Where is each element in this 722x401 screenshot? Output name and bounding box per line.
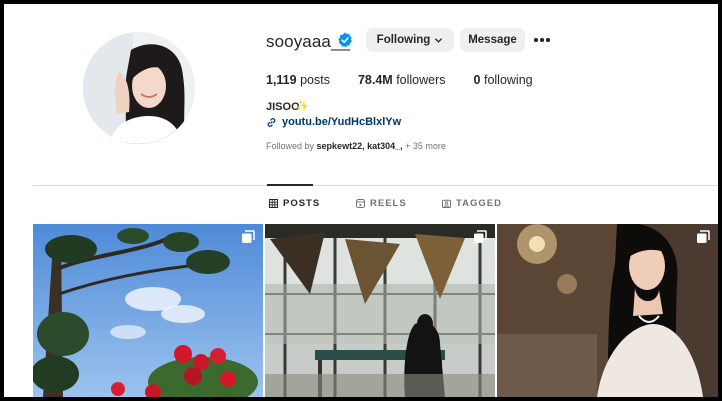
followers-label: followers <box>396 73 446 87</box>
followed-by-names: sepkewt22, kat304_, <box>316 141 403 151</box>
following-button-label: Following <box>376 34 431 46</box>
link-icon <box>267 117 276 127</box>
profile-page: sooyaaa__ Following Message 1,119 posts … <box>4 4 718 397</box>
following-label: following <box>483 73 533 87</box>
message-button-label: Message <box>468 34 517 46</box>
following-button[interactable]: Following <box>366 28 454 52</box>
post-thumbnail[interactable] <box>497 224 718 397</box>
tab-tagged[interactable]: TAGGED <box>442 198 502 209</box>
profile-stats: 1,119 posts 78.4M followers 0 following <box>266 72 561 88</box>
multiple-photos-icon <box>474 230 487 243</box>
verified-badge-icon <box>338 32 352 48</box>
multiple-photos-icon <box>697 230 710 243</box>
profile-full-name: JISOO <box>266 101 300 113</box>
profile-link-text: youtu.be/YudHcBlxlYw <box>282 116 402 128</box>
grid-icon <box>269 199 278 208</box>
followed-by-prefix: Followed by <box>266 141 315 151</box>
posts-count: 1,119 <box>266 73 297 87</box>
followed-by[interactable]: Followed by sepkewt22, kat304_, + 35 mor… <box>266 141 446 151</box>
message-button[interactable]: Message <box>460 28 525 52</box>
following-stat[interactable]: 0 following <box>474 72 533 88</box>
post-thumbnail[interactable] <box>265 224 495 397</box>
tab-posts[interactable]: POSTS <box>269 198 320 209</box>
tab-posts-label: POSTS <box>283 198 321 209</box>
sparkle-emoji-icon: ✨ <box>296 101 309 112</box>
post-thumbnail[interactable] <box>33 224 263 397</box>
tabs-divider <box>33 185 718 186</box>
followers-count: 78.4M <box>357 73 393 87</box>
followers-stat[interactable]: 78.4M followers <box>358 72 446 88</box>
more-options-icon[interactable] <box>532 34 552 46</box>
profile-link[interactable]: youtu.be/YudHcBlxlYw <box>266 116 401 128</box>
chevron-down-icon <box>435 37 443 43</box>
tab-reels-label: REELS <box>370 198 407 209</box>
reels-icon <box>356 199 365 208</box>
tagged-icon <box>442 199 451 208</box>
followed-by-more: + 35 more <box>405 141 446 151</box>
active-tab-indicator <box>267 184 313 186</box>
profile-avatar[interactable] <box>83 32 195 144</box>
following-count: 0 <box>473 73 481 87</box>
posts-stat: 1,119 posts <box>266 72 330 88</box>
posts-label: posts <box>300 73 330 87</box>
tab-tagged-label: TAGGED <box>456 198 502 209</box>
multiple-photos-icon <box>242 230 255 243</box>
tab-reels[interactable]: REELS <box>356 198 407 209</box>
